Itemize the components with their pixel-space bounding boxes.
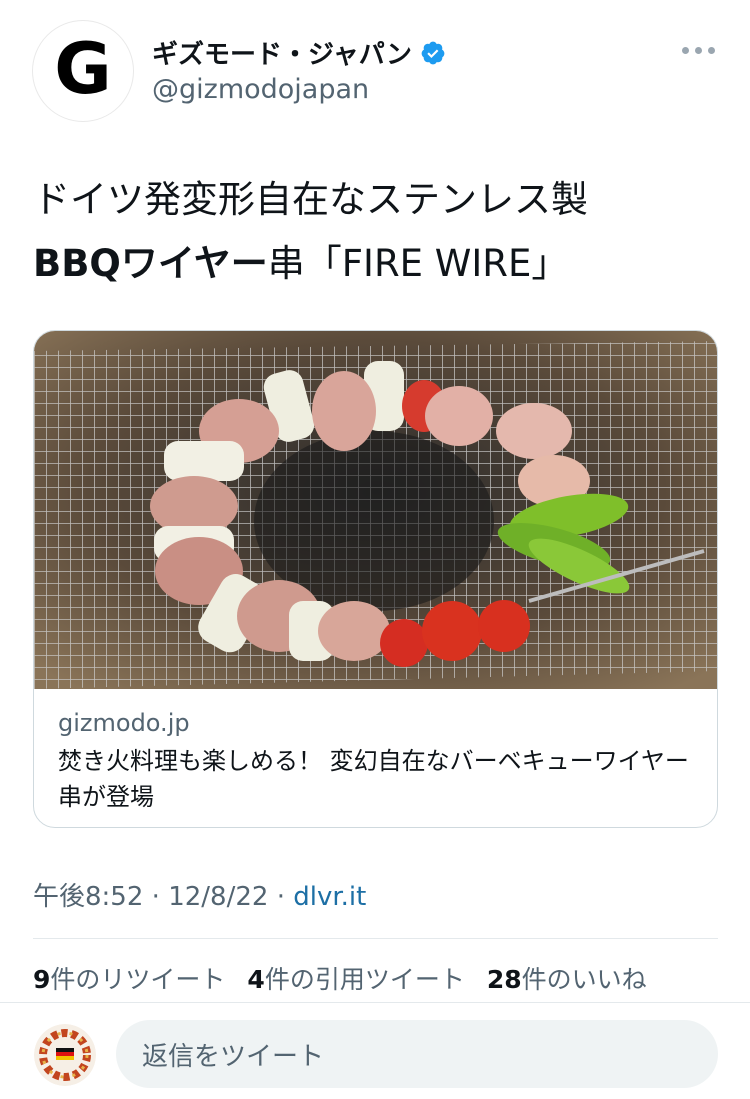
card-domain: gizmodo.jp xyxy=(58,709,190,737)
verified-badge-icon xyxy=(421,41,445,64)
meta-separator: · xyxy=(276,882,285,912)
tweet-time: 午後8:52 xyxy=(33,882,144,912)
more-options-icon[interactable] xyxy=(682,42,718,58)
card-image[interactable] xyxy=(34,331,718,689)
avatar-letter: G xyxy=(54,28,112,110)
tweet-date: 12/8/22 xyxy=(168,882,269,912)
reply-placeholder: 返信をツイート xyxy=(142,1041,325,1072)
display-name[interactable]: ギズモード・ジャパン xyxy=(152,34,412,71)
likes-stat[interactable]: 28件のいいね xyxy=(487,960,647,996)
current-user-avatar[interactable] xyxy=(34,1024,96,1086)
likes-label: 件のいいね xyxy=(521,965,647,994)
tweet-meta: 午後8:52 · 12/8/22 · dlvr.it xyxy=(33,876,366,913)
tweet-line-2-rest: 串「FIRE WIRE」 xyxy=(267,242,569,285)
quotes-count: 4 xyxy=(247,965,265,994)
quotes-label: 件の引用ツイート xyxy=(264,965,465,994)
profile-avatar[interactable]: G xyxy=(32,20,134,122)
meta-separator: · xyxy=(151,882,160,912)
tweet-line-1: ドイツ発変形自在なステンレス製 xyxy=(33,178,588,221)
tweet-line-2: BBQワイヤー串「FIRE WIRE」 xyxy=(33,232,723,296)
user-avatar-image xyxy=(34,1024,96,1086)
tweet-bold-text: BBQワイヤー xyxy=(33,242,268,285)
link-preview-card[interactable]: gizmodo.jp 焚き火料理も楽しめる！ 変幻自在なバーベキューワイヤー串が… xyxy=(33,330,718,828)
retweets-label: 件のリツイート xyxy=(50,965,226,994)
retweets-count: 9 xyxy=(33,965,51,994)
retweets-stat[interactable]: 9件のリツイート xyxy=(33,960,225,996)
tweet-text: ドイツ発変形自在なステンレス製 BBQワイヤー串「FIRE WIRE」 xyxy=(33,168,723,296)
likes-count: 28 xyxy=(486,965,522,994)
card-title: 焚き火料理も楽しめる！ 変幻自在なバーベキューワイヤー串が登場 xyxy=(58,747,689,811)
divider xyxy=(0,1002,750,1003)
quote-tweets-stat[interactable]: 4件の引用ツイート xyxy=(247,960,464,996)
divider xyxy=(33,938,718,939)
user-handle[interactable]: @gizmodojapan xyxy=(152,74,369,105)
reply-input[interactable]: 返信をツイート xyxy=(116,1020,718,1088)
tweet-source-link[interactable]: dlvr.it xyxy=(293,882,366,912)
display-name-row[interactable]: ギズモード・ジャパン xyxy=(152,34,446,71)
engagement-stats: 9件のリツイート 4件の引用ツイート 28件のいいね xyxy=(33,960,647,996)
